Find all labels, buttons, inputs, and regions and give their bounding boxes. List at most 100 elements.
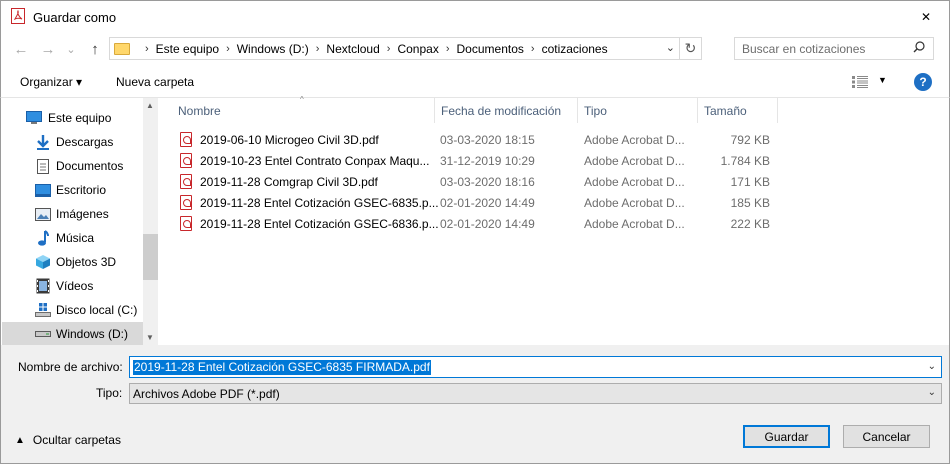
- search-input[interactable]: [742, 38, 912, 59]
- refresh-icon[interactable]: ↻: [679, 38, 701, 59]
- file-type-select[interactable]: Archivos Adobe PDF (*.pdf) ⌄: [129, 383, 942, 404]
- address-bar[interactable]: › Este equipo › Windows (D:) › Nextcloud…: [109, 37, 702, 60]
- file-date: 02-01-2020 14:49: [440, 196, 535, 210]
- sidebar-item-label: Vídeos: [56, 279, 94, 293]
- column-header-tipo[interactable]: Tipo: [578, 98, 698, 123]
- breadcrumb-separator[interactable]: ›: [316, 43, 320, 55]
- search-icon[interactable]: [913, 41, 925, 56]
- column-header-tamano[interactable]: Tamaño: [698, 98, 778, 123]
- cube-icon: [35, 254, 51, 270]
- view-options-icon[interactable]: [852, 76, 868, 91]
- file-type: Adobe Acrobat D...: [584, 196, 685, 210]
- file-list: ^ Nombre Fecha de modificación Tipo Tama…: [158, 95, 950, 345]
- organizar-menu-button[interactable]: Organizar ▾: [20, 75, 82, 89]
- column-header-nombre[interactable]: Nombre: [172, 98, 435, 123]
- file-size: 1.784 KB: [720, 154, 770, 168]
- sidebar-item-label: Objetos 3D: [56, 255, 117, 269]
- sidebar-item-label: Este equipo: [48, 111, 112, 125]
- sidebar-item-label: Música: [56, 231, 95, 245]
- file-row[interactable]: 2019-11-28 Entel Cotización GSEC-6836.p.…: [178, 213, 778, 234]
- sidebar-item-label: Descargas: [56, 135, 114, 149]
- computer-icon: [26, 110, 42, 126]
- new-folder-button[interactable]: Nueva carpeta: [116, 75, 194, 89]
- title-bar: Guardar como ✕: [0, 0, 950, 32]
- view-dropdown-chevron-icon[interactable]: ▼: [878, 75, 887, 85]
- pdf-app-icon: [11, 8, 25, 24]
- breadcrumb-separator[interactable]: ›: [226, 43, 230, 55]
- breadcrumb-item[interactable]: Este equipo: [156, 42, 219, 56]
- filename-dropdown-icon[interactable]: ⌄: [928, 361, 936, 372]
- sidebar-item-videos[interactable]: Vídeos: [2, 274, 143, 298]
- sidebar-item-imagenes[interactable]: Imágenes: [2, 202, 143, 226]
- desktop-icon: [35, 182, 51, 198]
- breadcrumb-separator[interactable]: ›: [387, 43, 391, 55]
- recent-locations-chevron-icon[interactable]: ⌄: [61, 40, 81, 58]
- filename-label: Nombre de archivo:: [18, 360, 123, 374]
- sidebar-item-label: Disco local (C:): [56, 303, 138, 317]
- breadcrumb-separator[interactable]: ›: [531, 43, 535, 55]
- pdf-file-icon: [180, 174, 192, 189]
- pictures-icon: [35, 206, 51, 222]
- close-icon[interactable]: ✕: [903, 1, 949, 33]
- address-dropdown-icon[interactable]: ⌄: [666, 41, 675, 54]
- file-date: 31-12-2019 10:29: [440, 154, 535, 168]
- back-arrow-icon[interactable]: ←: [11, 40, 31, 58]
- file-date: 02-01-2020 14:49: [440, 217, 535, 231]
- navigation-bar: ← → ⌄ ↑ › Este equipo › Windows (D:) › N…: [0, 32, 950, 66]
- forward-arrow-icon[interactable]: →: [38, 40, 58, 58]
- file-name: 2019-11-28 Comgrap Civil 3D.pdf: [200, 175, 378, 189]
- scrollbar-thumb[interactable]: [143, 234, 159, 280]
- breadcrumb: › Este equipo › Windows (D:) › Nextcloud…: [138, 42, 608, 56]
- sidebar-scrollbar[interactable]: ▲ ▼: [143, 98, 159, 345]
- video-icon: [35, 278, 51, 294]
- breadcrumb-separator[interactable]: ›: [145, 43, 149, 55]
- file-type-dropdown-icon[interactable]: ⌄: [928, 387, 936, 398]
- file-type: Adobe Acrobat D...: [584, 175, 685, 189]
- sidebar-item-este-equipo[interactable]: Este equipo: [2, 106, 143, 130]
- search-box[interactable]: [734, 37, 934, 60]
- up-arrow-icon[interactable]: ↑: [85, 40, 105, 58]
- sidebar-item-descargas[interactable]: Descargas: [2, 130, 143, 154]
- sidebar-item-objetos-3d[interactable]: Objetos 3D: [2, 250, 143, 274]
- file-row[interactable]: 2019-11-28 Comgrap Civil 3D.pdf 03-03-20…: [178, 171, 778, 192]
- breadcrumb-item[interactable]: cotizaciones: [542, 42, 608, 56]
- hide-folders-toggle[interactable]: ▲ Ocultar carpetas: [15, 433, 121, 447]
- chevron-up-icon: ▲: [15, 434, 25, 446]
- sidebar-item-musica[interactable]: Música: [2, 226, 143, 250]
- filename-input[interactable]: 2019-11-28 Entel Cotización GSEC-6835 FI…: [133, 360, 431, 375]
- file-name: 2019-11-28 Entel Cotización GSEC-6836.p.…: [200, 217, 439, 231]
- file-size: 171 KB: [730, 175, 770, 189]
- scroll-up-icon[interactable]: ▲: [146, 101, 154, 110]
- help-button[interactable]: ?: [914, 73, 932, 91]
- file-row[interactable]: 2019-10-23 Entel Contrato Conpax Maqu...…: [178, 150, 778, 171]
- sidebar-item-label: Windows (D:): [56, 327, 129, 341]
- sidebar-item-escritorio[interactable]: Escritorio: [2, 178, 143, 202]
- cancel-button[interactable]: Cancelar: [843, 425, 930, 448]
- file-type: Adobe Acrobat D...: [584, 154, 685, 168]
- pdf-file-icon: [180, 153, 192, 168]
- sidebar-item-disco-local-c[interactable]: Disco local (C:): [2, 298, 143, 322]
- breadcrumb-separator[interactable]: ›: [446, 43, 450, 55]
- file-size: 185 KB: [730, 196, 770, 210]
- file-type: Adobe Acrobat D...: [584, 133, 685, 147]
- sidebar-item-label: Imágenes: [56, 207, 109, 221]
- document-icon: [35, 158, 51, 174]
- breadcrumb-item[interactable]: Windows (D:): [237, 42, 309, 56]
- sidebar-item-windows-d[interactable]: Windows (D:): [2, 322, 143, 346]
- sidebar-item-label: Escritorio: [56, 183, 107, 197]
- command-toolbar: Organizar ▾ Nueva carpeta ▼ ?: [0, 66, 950, 98]
- scroll-down-icon[interactable]: ▼: [146, 333, 154, 342]
- filename-combobox[interactable]: 2019-11-28 Entel Cotización GSEC-6835 FI…: [129, 356, 942, 378]
- drive-icon: [35, 326, 51, 342]
- column-header-fecha[interactable]: Fecha de modificación: [435, 98, 578, 123]
- breadcrumb-item[interactable]: Documentos: [457, 42, 524, 56]
- breadcrumb-item[interactable]: Nextcloud: [326, 42, 379, 56]
- file-row[interactable]: 2019-06-10 Microgeo Civil 3D.pdf 03-03-2…: [178, 129, 778, 150]
- breadcrumb-item[interactable]: Conpax: [397, 42, 438, 56]
- save-form-panel: Nombre de archivo: 2019-11-28 Entel Coti…: [0, 345, 950, 464]
- file-type-label: Tipo:: [96, 386, 123, 400]
- save-button[interactable]: Guardar: [743, 425, 830, 448]
- file-row[interactable]: 2019-11-28 Entel Cotización GSEC-6835.p.…: [178, 192, 778, 213]
- file-type-value: Archivos Adobe PDF (*.pdf): [133, 387, 280, 401]
- sidebar-item-documentos[interactable]: Documentos: [2, 154, 143, 178]
